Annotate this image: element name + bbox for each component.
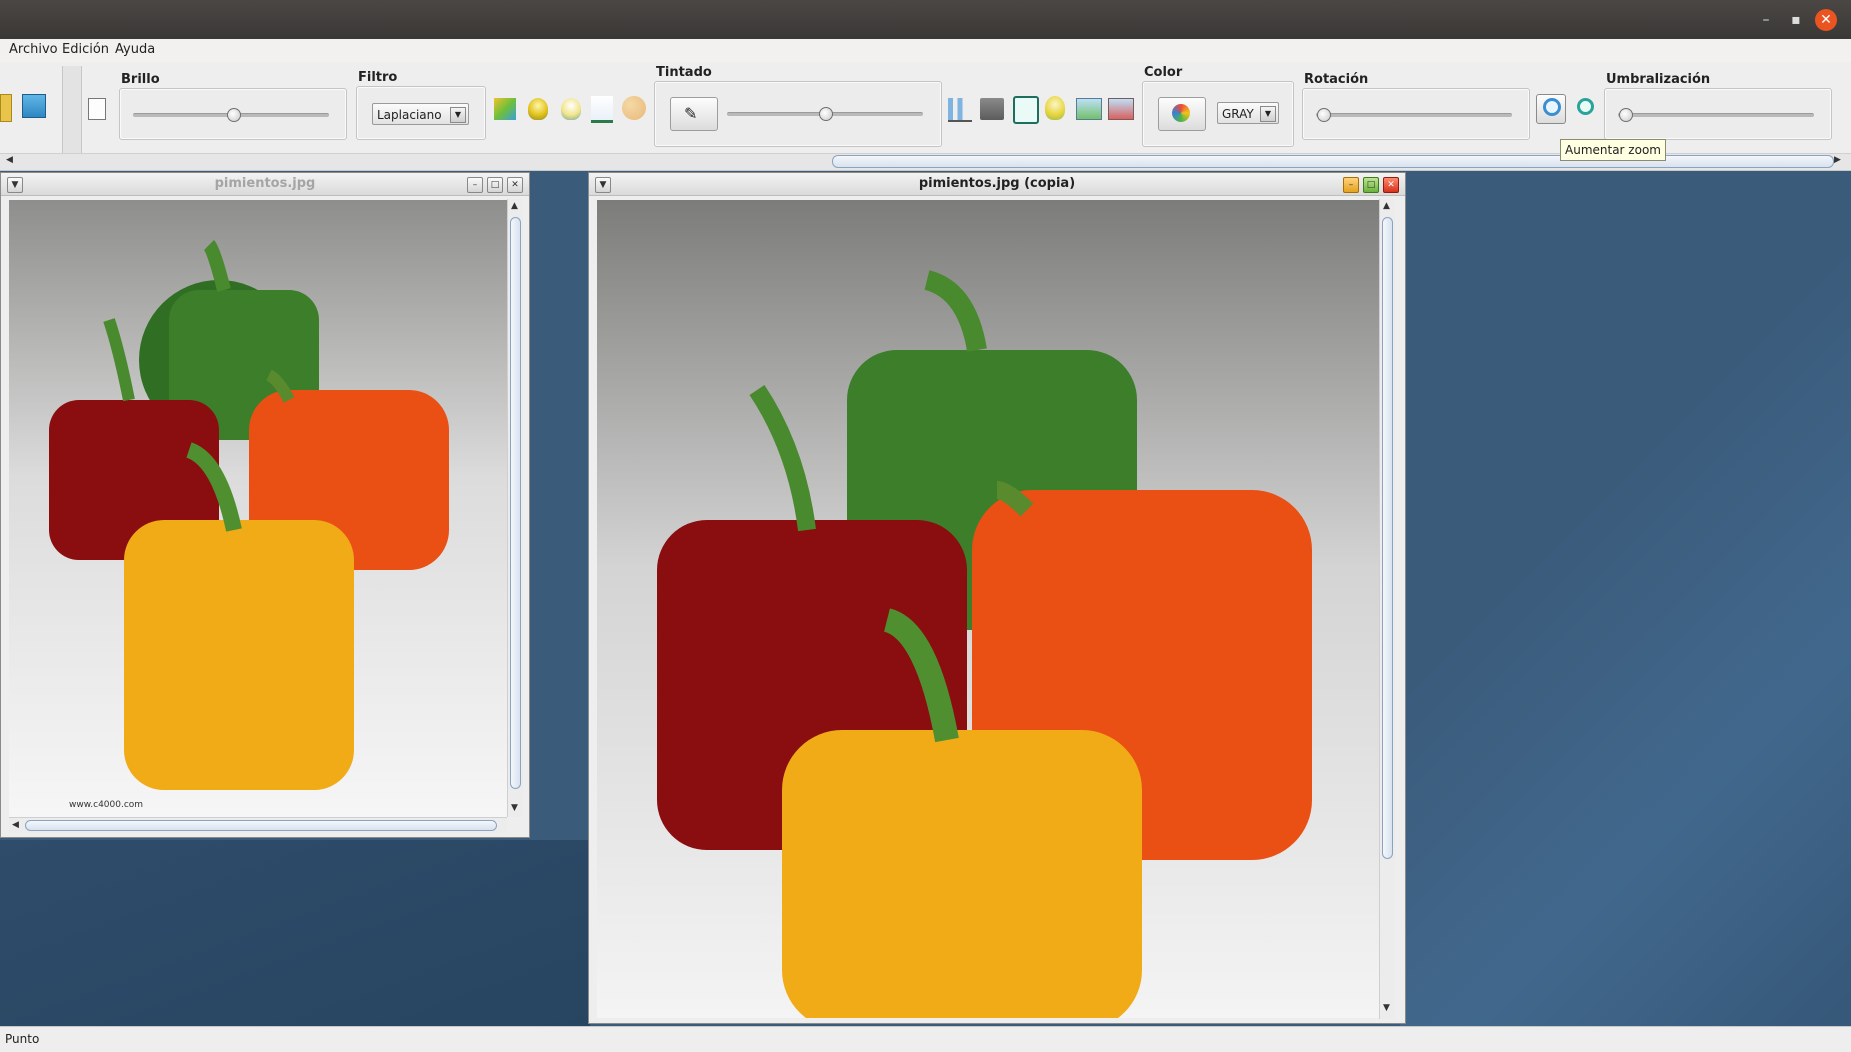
brillo-group <box>119 88 347 140</box>
original-vscroll[interactable]: ▲ ▼ <box>507 199 523 817</box>
original-hscroll-thumb[interactable] <box>25 820 497 831</box>
image-remove-icon[interactable] <box>1108 98 1134 120</box>
original-image-window[interactable]: ▼ pimientos.jpg – □ ✕ www.c4000.com ▲ ▼ … <box>0 172 530 838</box>
toolbar-separator <box>62 66 82 154</box>
peppers-illustration <box>657 270 1312 1018</box>
rotacion-slider-knob[interactable] <box>1317 108 1331 122</box>
maximize-icon[interactable]: □ <box>487 177 503 193</box>
tint-button[interactable]: ✎ <box>670 97 718 131</box>
scroll-up-icon[interactable]: ▲ <box>1383 201 1390 211</box>
zoom-in-button[interactable] <box>1536 94 1566 124</box>
maximize-icon[interactable]: ▪ <box>1786 10 1806 30</box>
copy-vscroll[interactable]: ▲ ▼ <box>1379 199 1395 1019</box>
image-filter-icon[interactable] <box>494 98 516 120</box>
original-hscroll[interactable]: ◀ <box>9 817 507 833</box>
image-add-icon[interactable] <box>1076 98 1102 120</box>
brillo-slider-knob[interactable] <box>227 108 241 122</box>
minimize-icon[interactable]: – <box>1343 177 1359 193</box>
zoom-out-icon <box>1577 98 1594 115</box>
desktop-background <box>1400 170 1851 1030</box>
close-icon[interactable]: ✕ <box>1383 177 1399 193</box>
rotacion-slider-track[interactable] <box>1316 113 1512 117</box>
color-wheel-icon <box>1172 104 1190 122</box>
bulb-light-icon[interactable] <box>561 98 581 120</box>
umbralizacion-slider-track[interactable] <box>1618 113 1814 117</box>
color-label: Color <box>1144 65 1183 80</box>
original-image: www.c4000.com <box>9 200 507 817</box>
open-icon[interactable] <box>0 94 12 122</box>
scroll-left-icon[interactable]: ◀ <box>6 155 13 165</box>
rotacion-group <box>1302 88 1530 140</box>
save-icon[interactable] <box>22 94 46 118</box>
scroll-left-icon[interactable]: ◀ <box>12 820 19 830</box>
original-vscroll-thumb[interactable] <box>510 217 521 789</box>
minimize-icon[interactable]: – <box>467 177 483 193</box>
bulb-icon[interactable] <box>528 98 548 120</box>
film-icon[interactable] <box>980 98 1004 120</box>
toolbar-scroll-thumb[interactable] <box>832 155 1834 168</box>
copy-vscroll-thumb[interactable] <box>1382 217 1393 859</box>
filtro-select[interactable]: Laplaciano ▼ <box>372 103 469 125</box>
chevron-down-icon[interactable]: ▼ <box>1260 106 1276 122</box>
original-window-titlebar[interactable]: ▼ pimientos.jpg – □ ✕ <box>1 173 529 196</box>
tintado-label: Tintado <box>656 65 712 80</box>
filtro-label: Filtro <box>358 70 398 85</box>
menu-bar: Archivo Edición Ayuda <box>0 39 1851 63</box>
close-icon[interactable]: ✕ <box>1815 9 1837 31</box>
brillo-label: Brillo <box>121 72 160 87</box>
copy-image <box>597 200 1379 1018</box>
menu-ayuda[interactable]: Ayuda <box>115 42 155 57</box>
tintado-group: ✎ <box>654 81 942 147</box>
minimize-icon[interactable]: – <box>1756 10 1776 30</box>
scroll-right-icon[interactable]: ▶ <box>1834 155 1841 165</box>
color-button[interactable] <box>1158 97 1206 131</box>
zoom-out-button[interactable] <box>1570 94 1596 120</box>
bar-chart-icon[interactable] <box>948 98 972 122</box>
original-window-title: pimientos.jpg <box>214 176 316 191</box>
tintado-slider-knob[interactable] <box>819 107 833 121</box>
frame-icon[interactable] <box>1013 96 1039 124</box>
scroll-down-icon[interactable]: ▼ <box>511 803 518 813</box>
pencil-icon: ✎ <box>684 104 698 123</box>
window-titlebar: – ▪ ✕ <box>0 0 1851 39</box>
histogram-icon[interactable] <box>591 96 613 123</box>
desktop-background-lower <box>0 840 590 1030</box>
copy-image-window[interactable]: ▼ pimientos.jpg (copia) – □ ✕ ▲ ▼ <box>588 172 1406 1024</box>
zoom-tooltip: Aumentar zoom <box>1560 139 1666 161</box>
color-group: GRAY ▼ <box>1142 81 1294 147</box>
status-text: Punto <box>5 1032 40 1046</box>
filtro-group: Laplaciano ▼ <box>356 86 486 140</box>
color-space-select[interactable]: GRAY ▼ <box>1217 102 1279 124</box>
umbralizacion-group <box>1604 88 1832 140</box>
umbralizacion-slider-knob[interactable] <box>1619 108 1633 122</box>
menu-edicion[interactable]: Edición <box>62 42 109 57</box>
copy-window-titlebar[interactable]: ▼ pimientos.jpg (copia) – □ ✕ <box>589 173 1405 196</box>
peppers-illustration <box>49 240 449 790</box>
color-space-value: GRAY <box>1222 107 1254 121</box>
palette-icon[interactable] <box>622 96 646 120</box>
idea-icon[interactable] <box>1045 96 1065 120</box>
maximize-icon[interactable]: □ <box>1363 177 1379 193</box>
rotacion-label: Rotación <box>1304 72 1369 87</box>
menu-archivo[interactable]: Archivo <box>9 42 58 57</box>
scroll-down-icon[interactable]: ▼ <box>1383 1003 1390 1013</box>
close-icon[interactable]: ✕ <box>507 177 523 193</box>
chevron-down-icon[interactable]: ▼ <box>450 107 466 123</box>
status-bar: Punto <box>0 1026 1851 1052</box>
copy-window-title: pimientos.jpg (copia) <box>918 176 1076 191</box>
zoom-in-icon <box>1543 98 1561 116</box>
filtro-select-value: Laplaciano <box>377 108 442 122</box>
image-watermark: www.c4000.com <box>69 800 144 810</box>
umbralizacion-label: Umbralización <box>1606 72 1711 87</box>
duplicate-icon[interactable] <box>88 98 106 120</box>
scroll-up-icon[interactable]: ▲ <box>511 201 518 211</box>
